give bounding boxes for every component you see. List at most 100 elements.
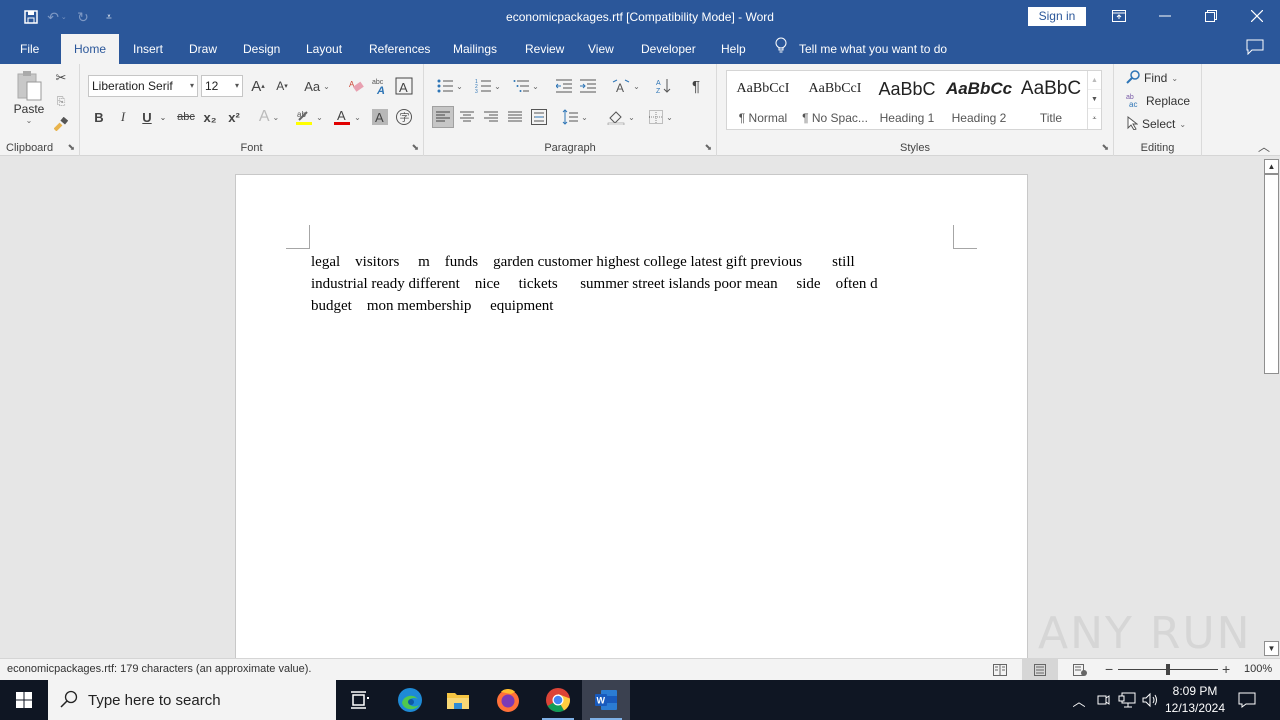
tab-references[interactable]: References	[357, 34, 442, 64]
copy-icon[interactable]: ⎘	[52, 92, 70, 112]
font-name-combo[interactable]: Liberation Serif ▾	[88, 75, 198, 97]
sort-icon[interactable]: AZ	[654, 75, 674, 97]
select-button[interactable]: Select ⌄	[1126, 114, 1186, 134]
styles-launcher-icon[interactable]: ⬊	[1101, 142, 1109, 153]
clear-formatting-icon[interactable]: A	[346, 75, 366, 97]
tab-home[interactable]: Home	[61, 34, 119, 64]
increase-indent-icon[interactable]	[578, 75, 598, 97]
tab-design[interactable]: Design	[231, 34, 292, 64]
scroll-down-icon[interactable]: ▼	[1264, 641, 1279, 656]
scrollbar-thumb[interactable]	[1264, 174, 1279, 374]
file-explorer-icon[interactable]	[434, 680, 482, 720]
enclose-characters-icon[interactable]: 字	[394, 106, 414, 128]
ribbon-display-options-button[interactable]	[1096, 0, 1142, 32]
multilevel-list-button[interactable]: ⌄	[510, 75, 542, 97]
close-button[interactable]	[1234, 0, 1280, 32]
meet-now-icon[interactable]	[1092, 680, 1114, 720]
replace-button[interactable]: ab ac Replace	[1126, 91, 1190, 111]
style-no-spacing[interactable]: AaBbCcI ¶ No Spac...	[799, 71, 871, 129]
highlight-color-button[interactable]: ab ⌄	[292, 106, 326, 128]
volume-icon[interactable]	[1140, 680, 1162, 720]
taskbar-search[interactable]: Type here to search	[48, 680, 336, 720]
print-layout-icon[interactable]	[1022, 659, 1058, 681]
format-painter-icon[interactable]	[52, 114, 70, 134]
text-effects-abc-icon[interactable]: abc A	[370, 75, 390, 97]
system-clock[interactable]: 8:09 PM 12/13/2024	[1160, 683, 1230, 717]
style-heading-2[interactable]: AaBbCc Heading 2	[943, 71, 1015, 129]
bold-button[interactable]: B	[90, 106, 108, 128]
distributed-button[interactable]	[528, 106, 550, 128]
zoom-level[interactable]: 100%	[1244, 663, 1272, 675]
tab-view[interactable]: View	[576, 34, 626, 64]
sign-in-button[interactable]: Sign in	[1028, 7, 1086, 26]
paste-button[interactable]: Paste ⌄	[10, 68, 48, 126]
font-size-combo[interactable]: 12 ▾	[201, 75, 243, 97]
find-button[interactable]: Find ⌄	[1126, 68, 1178, 88]
strikethrough-button[interactable]: abc	[174, 106, 198, 128]
clipboard-launcher-icon[interactable]: ⬊	[67, 142, 75, 153]
decrease-indent-icon[interactable]	[554, 75, 574, 97]
bullets-button[interactable]: ⌄	[434, 75, 466, 97]
paragraph-launcher-icon[interactable]: ⬊	[704, 142, 712, 153]
edge-icon[interactable]	[386, 680, 434, 720]
gallery-down-icon[interactable]: ▼	[1088, 90, 1101, 109]
tab-review[interactable]: Review	[513, 34, 576, 64]
style-normal[interactable]: AaBbCcI ¶ Normal	[727, 71, 799, 129]
zoom-out-button[interactable]: −	[1105, 661, 1113, 677]
shrink-font-icon[interactable]: A ▾	[272, 75, 292, 97]
notifications-icon[interactable]	[1234, 680, 1260, 720]
justify-button[interactable]	[504, 106, 526, 128]
cut-icon[interactable]: ✂	[52, 68, 70, 88]
tab-help[interactable]: Help	[709, 34, 758, 64]
gallery-up-icon[interactable]: ▲	[1088, 71, 1101, 90]
scroll-up-icon[interactable]: ▲	[1264, 159, 1279, 174]
align-center-button[interactable]	[456, 106, 478, 128]
align-right-button[interactable]	[480, 106, 502, 128]
network-icon[interactable]	[1116, 680, 1138, 720]
underline-button[interactable]: U	[138, 106, 156, 128]
text-effects-button[interactable]: A ⌄	[254, 106, 284, 128]
line-spacing-button[interactable]: ⌄	[558, 106, 592, 128]
tab-layout[interactable]: Layout	[294, 34, 354, 64]
align-left-button[interactable]	[432, 106, 454, 128]
tab-developer[interactable]: Developer	[629, 34, 708, 64]
collapse-ribbon-icon[interactable]: ︿	[1254, 138, 1274, 154]
grow-font-icon[interactable]: A ▴	[248, 75, 268, 97]
tab-draw[interactable]: Draw	[177, 34, 229, 64]
chrome-icon[interactable]	[534, 680, 582, 720]
zoom-in-button[interactable]: +	[1222, 661, 1230, 677]
firefox-icon[interactable]	[484, 680, 532, 720]
numbering-button[interactable]: 1 2 3 ⌄	[472, 75, 504, 97]
word-icon[interactable]: W	[582, 680, 630, 720]
font-launcher-icon[interactable]: ⬊	[411, 142, 419, 153]
borders-button[interactable]: ⌄	[644, 106, 678, 128]
document-body[interactable]: legal visitors m funds garden customer h…	[311, 251, 931, 317]
restore-button[interactable]	[1188, 0, 1234, 32]
tell-me-search[interactable]: Tell me what you want to do	[775, 34, 947, 64]
font-color-button[interactable]: A ⌄	[330, 106, 364, 128]
tab-insert[interactable]: Insert	[121, 34, 175, 64]
vertical-scrollbar[interactable]: ▲ ▼	[1262, 157, 1280, 658]
start-button[interactable]	[0, 680, 48, 720]
character-shading-icon[interactable]: A	[370, 106, 390, 128]
gallery-more-icon[interactable]: ⩡	[1088, 109, 1101, 128]
tab-file[interactable]: File	[8, 34, 51, 64]
superscript-button[interactable]: x²	[224, 106, 244, 128]
style-title[interactable]: AaBbC Title	[1015, 71, 1087, 129]
underline-dropdown-icon[interactable]: ⌄	[158, 106, 168, 128]
tab-mailings[interactable]: Mailings	[441, 34, 509, 64]
zoom-slider[interactable]	[1118, 664, 1218, 675]
show-hidden-icons-icon[interactable]: ︿	[1068, 680, 1090, 720]
character-border-icon[interactable]: A	[394, 75, 414, 97]
change-case-button[interactable]: Aa ⌄	[300, 75, 334, 97]
text-direction-button[interactable]: A ⌄	[610, 75, 642, 97]
task-view-icon[interactable]	[336, 680, 384, 720]
show-formatting-marks-icon[interactable]: ¶	[686, 75, 706, 97]
web-layout-icon[interactable]	[1062, 659, 1098, 681]
zoom-slider-thumb[interactable]	[1166, 664, 1170, 675]
style-heading-1[interactable]: AaBbC Heading 1	[871, 71, 943, 129]
comments-icon[interactable]	[1246, 39, 1268, 59]
subscript-button[interactable]: x₂	[200, 106, 220, 128]
minimize-button[interactable]	[1142, 0, 1188, 32]
shading-button[interactable]: ⌄	[604, 106, 638, 128]
